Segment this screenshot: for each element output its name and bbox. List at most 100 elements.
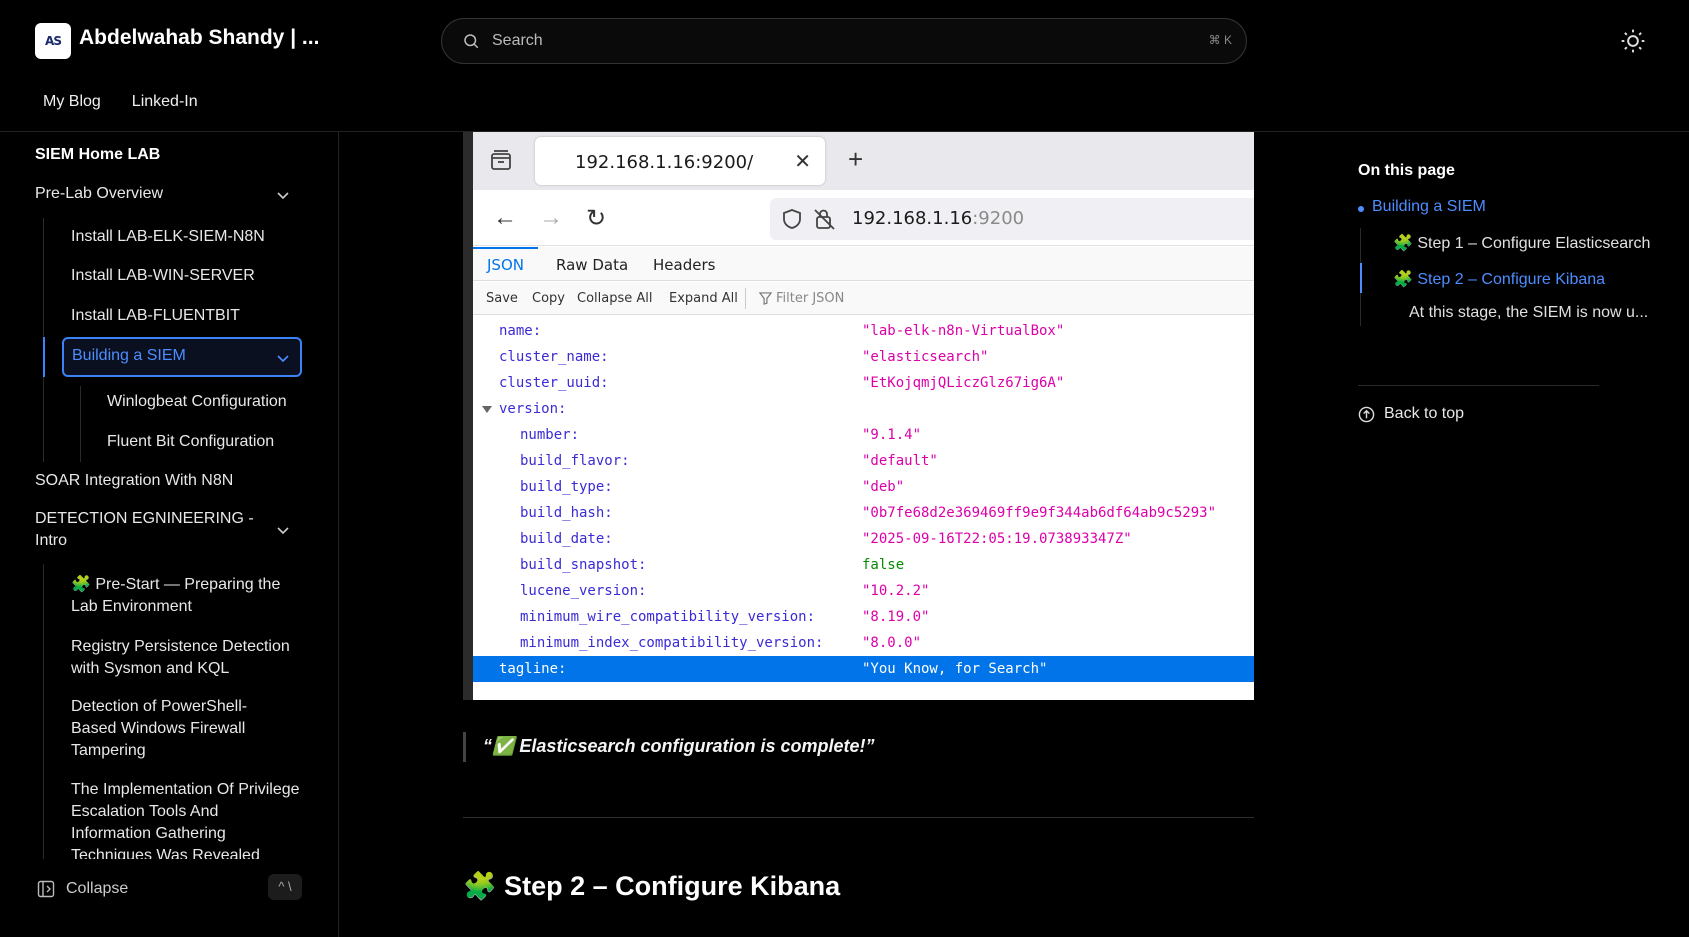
sidebar-item-powershell-firewall[interactable]: Detection of PowerShell-Based Windows Fi… bbox=[71, 696, 281, 762]
tab-headers: Headers bbox=[653, 256, 716, 274]
json-row: build_date: "2025-09-16T22:05:19.07389334… bbox=[473, 526, 1254, 552]
chevron-down-icon[interactable] bbox=[276, 351, 290, 365]
close-icon: ✕ bbox=[794, 151, 811, 173]
json-key: minimum_index_compatibility_version: bbox=[520, 635, 824, 651]
plus-icon: + bbox=[848, 144, 864, 174]
sidebar-item-fluent-bit-configuration[interactable]: Fluent Bit Configuration bbox=[107, 431, 274, 453]
sidebar-item-install-lab-fluentbit[interactable]: Install LAB-FLUENTBIT bbox=[71, 305, 240, 327]
chevron-down-icon[interactable] bbox=[276, 188, 290, 202]
json-viewer-tabs: JSON Raw Data Headers bbox=[473, 247, 1254, 281]
toc-link-step-1[interactable]: 🧩 Step 1 – Configure Elasticsearch bbox=[1393, 233, 1650, 253]
sidebar-item-privilege-escalation[interactable]: The Implementation Of Privilege Escalati… bbox=[71, 779, 301, 867]
json-value: "2025-09-16T22:05:19.073893347Z" bbox=[862, 531, 1132, 547]
search-bar[interactable]: Search ⌘ K bbox=[441, 18, 1247, 64]
json-key: number: bbox=[520, 427, 580, 443]
tab-json: JSON bbox=[473, 247, 538, 281]
json-row: build_type: "deb" bbox=[473, 474, 1254, 500]
tab-list-icon bbox=[491, 150, 511, 170]
sidebar-item-install-lab-win-server[interactable]: Install LAB-WIN-SERVER bbox=[71, 265, 255, 287]
nav-link-my-blog[interactable]: My Blog bbox=[43, 93, 101, 111]
json-key: cluster_uuid: bbox=[499, 375, 609, 391]
site-title[interactable]: Abdelwahab Shandy | ... bbox=[79, 26, 319, 50]
json-value: "10.2.2" bbox=[862, 583, 930, 599]
browser-tab-title: 192.168.1.16:9200/ bbox=[575, 152, 754, 173]
content-screenshot: 192.168.1.16:9200/ ✕ + ← → ↻ 192.168.1.1… bbox=[463, 132, 1254, 700]
json-key: build_date: bbox=[520, 531, 613, 547]
json-key: name: bbox=[499, 323, 542, 339]
filter-json-input: Filter JSON bbox=[776, 291, 845, 306]
toc-link-building-a-siem[interactable]: Building a SIEM bbox=[1372, 198, 1486, 216]
sidebar-item-winlogbeat-configuration[interactable]: Winlogbeat Configuration bbox=[107, 391, 287, 413]
collapse-shortcut: ^ \ bbox=[268, 874, 302, 900]
browser-tab-bar: 192.168.1.16:9200/ ✕ + bbox=[473, 132, 1254, 190]
sidebar-item-install-lab-elk[interactable]: Install LAB-ELK-SIEM-N8N bbox=[71, 226, 265, 248]
toolbar-separator bbox=[745, 288, 746, 309]
sidebar: SIEM Home LAB Pre-Lab Overview Install L… bbox=[0, 132, 339, 937]
back-arrow-icon: ← bbox=[493, 204, 517, 231]
section-heading: 🧩 Step 2 – Configure Kibana bbox=[463, 871, 841, 901]
json-value: "You Know, for Search" bbox=[862, 661, 1048, 677]
json-key: version: bbox=[499, 401, 567, 417]
shield-icon bbox=[783, 209, 801, 229]
save-button: Save bbox=[486, 291, 518, 306]
json-row: number: "9.1.4" bbox=[473, 422, 1254, 448]
sidebar-tree-line bbox=[80, 386, 81, 462]
json-key: build_type: bbox=[520, 479, 613, 495]
tab-raw-data: Raw Data bbox=[556, 256, 629, 274]
json-value: "deb" bbox=[862, 479, 905, 495]
arrow-up-circle-icon[interactable] bbox=[1358, 406, 1375, 423]
site-header: AS Abdelwahab Shandy | ... Search ⌘ K My… bbox=[0, 0, 1689, 132]
chevron-down-icon[interactable] bbox=[276, 523, 290, 537]
json-key: tagline: bbox=[499, 661, 567, 677]
section-divider bbox=[463, 817, 1254, 818]
sidebar-item-pre-lab-overview[interactable]: Pre-Lab Overview bbox=[35, 183, 163, 205]
json-value: "elasticsearch" bbox=[862, 349, 989, 365]
json-row: cluster_uuid: "EtKojqmjQLiczGlz67ig6A" bbox=[473, 370, 1254, 396]
logo-text: AS bbox=[45, 34, 62, 48]
json-key: lucene_version: bbox=[520, 583, 647, 599]
sidebar-footer: Collapse ^ \ bbox=[0, 859, 338, 937]
sidebar-item-detection-engineering[interactable]: DETECTION EGNINEERING - Intro bbox=[35, 508, 255, 552]
browser-tab: 192.168.1.16:9200/ ✕ bbox=[535, 137, 825, 185]
json-row: minimum_wire_compatibility_version: "8.19… bbox=[473, 604, 1254, 630]
json-value: "EtKojqmjQLiczGlz67ig6A" bbox=[862, 375, 1065, 391]
toc-link-at-this-stage[interactable]: At this stage, the SIEM is now u... bbox=[1409, 304, 1648, 322]
browser-nav-bar: ← → ↻ 192.168.1.16:9200 bbox=[473, 190, 1254, 246]
sun-icon[interactable] bbox=[1620, 28, 1646, 54]
sidebar-section-title: SIEM Home LAB bbox=[35, 146, 161, 163]
sidebar-collapse-icon[interactable] bbox=[37, 880, 55, 898]
json-row: lucene_version: "10.2.2" bbox=[473, 578, 1254, 604]
toc-divider bbox=[1358, 385, 1599, 386]
json-row: build_hash: "0b7fe68d2e369469ff9e9f344ab6… bbox=[473, 500, 1254, 526]
json-row: minimum_index_compatibility_version: "8.0… bbox=[473, 630, 1254, 656]
json-key: cluster_name: bbox=[499, 349, 609, 365]
json-value: "9.1.4" bbox=[862, 427, 922, 443]
nav-link-linkedin[interactable]: Linked-In bbox=[132, 93, 198, 111]
json-row: build_flavor: "default" bbox=[473, 448, 1254, 474]
filter-icon bbox=[759, 292, 772, 305]
json-value: "0b7fe68d2e369469ff9e9f344ab6df64ab9c529… bbox=[862, 505, 1217, 521]
expand-all-button: Expand All bbox=[669, 291, 738, 306]
json-value: false bbox=[862, 557, 905, 573]
collapse-button[interactable]: Collapse bbox=[66, 880, 128, 898]
toc-active-dot bbox=[1358, 206, 1364, 212]
sidebar-item-registry-persistence[interactable]: Registry Persistence Detection with Sysm… bbox=[71, 636, 301, 680]
json-row: build_snapshot: false bbox=[473, 552, 1254, 578]
json-value: "8.0.0" bbox=[862, 635, 922, 651]
sidebar-item-soar-integration[interactable]: SOAR Integration With N8N bbox=[35, 470, 233, 492]
site-logo[interactable]: AS bbox=[35, 23, 71, 59]
json-row: cluster_name: "elasticsearch" bbox=[473, 344, 1254, 370]
json-key: build_flavor: bbox=[520, 453, 630, 469]
json-key: build_snapshot: bbox=[520, 557, 647, 573]
json-row: version: bbox=[473, 396, 1254, 422]
sidebar-active-indicator bbox=[43, 337, 45, 377]
json-value: "8.19.0" bbox=[862, 609, 930, 625]
sidebar-item-building-a-siem[interactable]: Building a SIEM bbox=[62, 337, 302, 377]
forward-arrow-icon: → bbox=[539, 204, 563, 231]
copy-button: Copy bbox=[532, 291, 565, 306]
lock-icon bbox=[814, 209, 835, 230]
toc-link-step-2[interactable]: 🧩 Step 2 – Configure Kibana bbox=[1393, 269, 1605, 289]
back-to-top-link[interactable]: Back to top bbox=[1384, 405, 1464, 423]
sidebar-item-pre-start[interactable]: 🧩 Pre-Start — Preparing the Lab Environm… bbox=[71, 574, 301, 618]
toc-active-line bbox=[1360, 263, 1362, 293]
